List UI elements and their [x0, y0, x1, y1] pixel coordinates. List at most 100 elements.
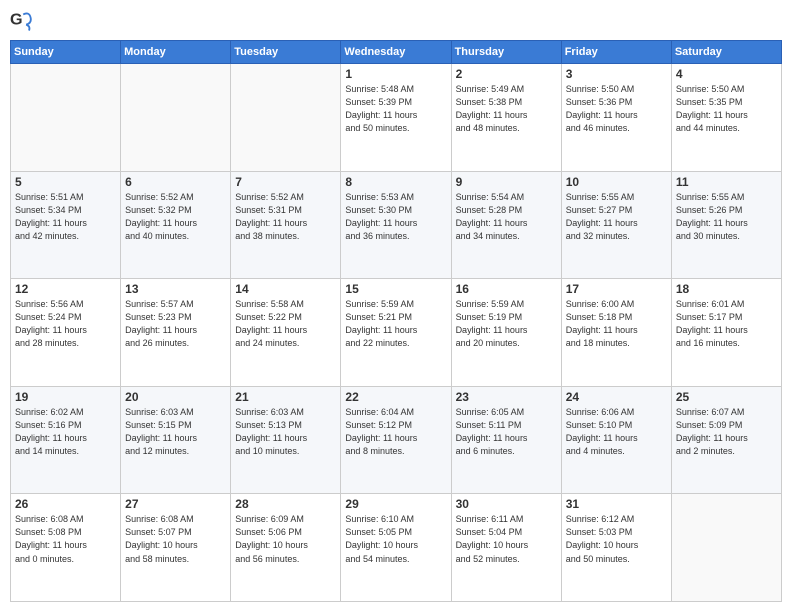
calendar-cell: 23 Sunrise: 6:05 AM Sunset: 5:11 PM Dayli… — [451, 386, 561, 494]
calendar-cell: 24 Sunrise: 6:06 AM Sunset: 5:10 PM Dayli… — [561, 386, 671, 494]
header: G — [10, 10, 782, 32]
cell-day-number: 15 — [345, 282, 446, 296]
cell-day-number: 3 — [566, 67, 667, 81]
cell-info-text: Sunrise: 5:49 AM Sunset: 5:38 PM Dayligh… — [456, 83, 557, 135]
cell-info-text: Sunrise: 6:03 AM Sunset: 5:13 PM Dayligh… — [235, 406, 336, 458]
cell-info-text: Sunrise: 6:02 AM Sunset: 5:16 PM Dayligh… — [15, 406, 116, 458]
weekday-header: Thursday — [451, 41, 561, 64]
cell-info-text: Sunrise: 5:59 AM Sunset: 5:21 PM Dayligh… — [345, 298, 446, 350]
calendar-cell: 12 Sunrise: 5:56 AM Sunset: 5:24 PM Dayli… — [11, 279, 121, 387]
calendar-body: 1 Sunrise: 5:48 AM Sunset: 5:39 PM Daylig… — [11, 64, 782, 602]
cell-day-number: 5 — [15, 175, 116, 189]
cell-info-text: Sunrise: 5:52 AM Sunset: 5:32 PM Dayligh… — [125, 191, 226, 243]
calendar-cell — [121, 64, 231, 172]
cell-info-text: Sunrise: 6:06 AM Sunset: 5:10 PM Dayligh… — [566, 406, 667, 458]
calendar-cell: 26 Sunrise: 6:08 AM Sunset: 5:08 PM Dayli… — [11, 494, 121, 602]
calendar-week-row: 19 Sunrise: 6:02 AM Sunset: 5:16 PM Dayli… — [11, 386, 782, 494]
cell-info-text: Sunrise: 6:00 AM Sunset: 5:18 PM Dayligh… — [566, 298, 667, 350]
weekday-row: SundayMondayTuesdayWednesdayThursdayFrid… — [11, 41, 782, 64]
cell-info-text: Sunrise: 5:54 AM Sunset: 5:28 PM Dayligh… — [456, 191, 557, 243]
calendar-cell: 3 Sunrise: 5:50 AM Sunset: 5:36 PM Daylig… — [561, 64, 671, 172]
cell-day-number: 27 — [125, 497, 226, 511]
calendar-cell: 22 Sunrise: 6:04 AM Sunset: 5:12 PM Dayli… — [341, 386, 451, 494]
calendar-cell: 21Sunrise: 6:03 AM Sunset: 5:13 PM Dayli… — [231, 386, 341, 494]
cell-day-number: 26 — [15, 497, 116, 511]
calendar-cell: 1 Sunrise: 5:48 AM Sunset: 5:39 PM Daylig… — [341, 64, 451, 172]
cell-info-text: Sunrise: 6:12 AM Sunset: 5:03 PM Dayligh… — [566, 513, 667, 565]
calendar-cell: 20 Sunrise: 6:03 AM Sunset: 5:15 PM Dayli… — [121, 386, 231, 494]
calendar-cell: 15 Sunrise: 5:59 AM Sunset: 5:21 PM Dayli… — [341, 279, 451, 387]
cell-day-number: 12 — [15, 282, 116, 296]
calendar-cell: 10 Sunrise: 5:55 AM Sunset: 5:27 PM Dayli… — [561, 171, 671, 279]
cell-day-number: 23 — [456, 390, 557, 404]
cell-day-number: 13 — [125, 282, 226, 296]
calendar-cell: 14Sunrise: 5:58 AM Sunset: 5:22 PM Dayli… — [231, 279, 341, 387]
cell-day-number: 4 — [676, 67, 777, 81]
logo: G — [10, 10, 36, 32]
cell-day-number: 16 — [456, 282, 557, 296]
weekday-header: Wednesday — [341, 41, 451, 64]
calendar-cell: 30 Sunrise: 6:11 AM Sunset: 5:04 PM Dayli… — [451, 494, 561, 602]
cell-info-text: Sunrise: 6:10 AM Sunset: 5:05 PM Dayligh… — [345, 513, 446, 565]
calendar-week-row: 5 Sunrise: 5:51 AM Sunset: 5:34 PM Daylig… — [11, 171, 782, 279]
cell-info-text: Sunrise: 5:48 AM Sunset: 5:39 PM Dayligh… — [345, 83, 446, 135]
cell-day-number: 28 — [235, 497, 336, 511]
calendar-cell: 28 Sunrise: 6:09 AM Sunset: 5:06 PM Dayli… — [231, 494, 341, 602]
cell-day-number: 20 — [125, 390, 226, 404]
calendar-week-row: 26 Sunrise: 6:08 AM Sunset: 5:08 PM Dayli… — [11, 494, 782, 602]
cell-day-number: 22 — [345, 390, 446, 404]
calendar-week-row: 12 Sunrise: 5:56 AM Sunset: 5:24 PM Dayli… — [11, 279, 782, 387]
svg-text:G: G — [10, 11, 23, 29]
cell-info-text: Sunrise: 6:08 AM Sunset: 5:08 PM Dayligh… — [15, 513, 116, 565]
calendar-cell: 9Sunrise: 5:54 AM Sunset: 5:28 PM Daylig… — [451, 171, 561, 279]
calendar-cell: 17Sunrise: 6:00 AM Sunset: 5:18 PM Dayli… — [561, 279, 671, 387]
cell-day-number: 29 — [345, 497, 446, 511]
cell-day-number: 31 — [566, 497, 667, 511]
cell-day-number: 11 — [676, 175, 777, 189]
cell-info-text: Sunrise: 5:58 AM Sunset: 5:22 PM Dayligh… — [235, 298, 336, 350]
cell-day-number: 24 — [566, 390, 667, 404]
logo-icon: G — [10, 10, 32, 32]
weekday-header: Saturday — [671, 41, 781, 64]
calendar-cell: 16 Sunrise: 5:59 AM Sunset: 5:19 PM Dayli… — [451, 279, 561, 387]
cell-day-number: 6 — [125, 175, 226, 189]
calendar-cell — [231, 64, 341, 172]
calendar-cell: 2 Sunrise: 5:49 AM Sunset: 5:38 PM Daylig… — [451, 64, 561, 172]
cell-info-text: Sunrise: 6:04 AM Sunset: 5:12 PM Dayligh… — [345, 406, 446, 458]
cell-day-number: 18 — [676, 282, 777, 296]
cell-info-text: Sunrise: 5:59 AM Sunset: 5:19 PM Dayligh… — [456, 298, 557, 350]
cell-info-text: Sunrise: 5:53 AM Sunset: 5:30 PM Dayligh… — [345, 191, 446, 243]
cell-info-text: Sunrise: 6:01 AM Sunset: 5:17 PM Dayligh… — [676, 298, 777, 350]
weekday-header: Sunday — [11, 41, 121, 64]
cell-day-number: 30 — [456, 497, 557, 511]
cell-info-text: Sunrise: 5:50 AM Sunset: 5:36 PM Dayligh… — [566, 83, 667, 135]
calendar-cell: 29 Sunrise: 6:10 AM Sunset: 5:05 PM Dayli… — [341, 494, 451, 602]
cell-day-number: 10 — [566, 175, 667, 189]
calendar-cell — [11, 64, 121, 172]
calendar-week-row: 1 Sunrise: 5:48 AM Sunset: 5:39 PM Daylig… — [11, 64, 782, 172]
page: G SundayMondayTuesdayWednesdayThursdayFr… — [0, 0, 792, 612]
cell-info-text: Sunrise: 6:11 AM Sunset: 5:04 PM Dayligh… — [456, 513, 557, 565]
calendar: SundayMondayTuesdayWednesdayThursdayFrid… — [10, 40, 782, 602]
calendar-cell: 7Sunrise: 5:52 AM Sunset: 5:31 PM Daylig… — [231, 171, 341, 279]
calendar-cell: 31 Sunrise: 6:12 AM Sunset: 5:03 PM Dayli… — [561, 494, 671, 602]
cell-info-text: Sunrise: 6:09 AM Sunset: 5:06 PM Dayligh… — [235, 513, 336, 565]
calendar-cell: 11Sunrise: 5:55 AM Sunset: 5:26 PM Dayli… — [671, 171, 781, 279]
calendar-cell: 4Sunrise: 5:50 AM Sunset: 5:35 PM Daylig… — [671, 64, 781, 172]
cell-info-text: Sunrise: 6:07 AM Sunset: 5:09 PM Dayligh… — [676, 406, 777, 458]
cell-info-text: Sunrise: 6:03 AM Sunset: 5:15 PM Dayligh… — [125, 406, 226, 458]
cell-info-text: Sunrise: 5:55 AM Sunset: 5:27 PM Dayligh… — [566, 191, 667, 243]
weekday-header: Monday — [121, 41, 231, 64]
cell-day-number: 7 — [235, 175, 336, 189]
cell-info-text: Sunrise: 6:05 AM Sunset: 5:11 PM Dayligh… — [456, 406, 557, 458]
weekday-header: Friday — [561, 41, 671, 64]
weekday-header: Tuesday — [231, 41, 341, 64]
cell-day-number: 2 — [456, 67, 557, 81]
cell-info-text: Sunrise: 5:51 AM Sunset: 5:34 PM Dayligh… — [15, 191, 116, 243]
calendar-cell: 8Sunrise: 5:53 AM Sunset: 5:30 PM Daylig… — [341, 171, 451, 279]
cell-info-text: Sunrise: 5:56 AM Sunset: 5:24 PM Dayligh… — [15, 298, 116, 350]
calendar-cell — [671, 494, 781, 602]
cell-day-number: 19 — [15, 390, 116, 404]
calendar-header: SundayMondayTuesdayWednesdayThursdayFrid… — [11, 41, 782, 64]
cell-day-number: 1 — [345, 67, 446, 81]
